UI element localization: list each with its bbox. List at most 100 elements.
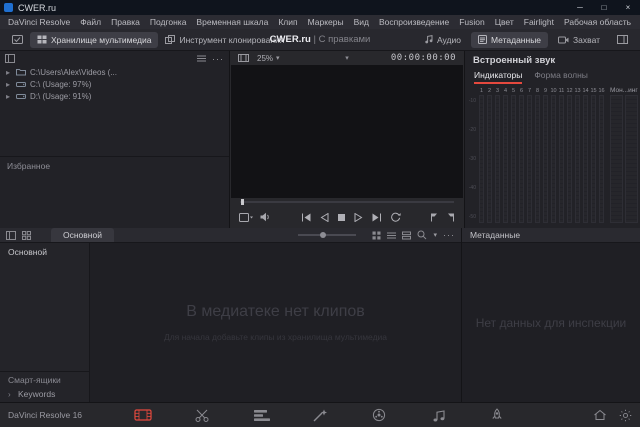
list-view-icon[interactable]: [197, 55, 206, 62]
monitoring-label: Мон...инг: [610, 87, 638, 95]
metadata-panel-button[interactable]: Метаданные: [471, 32, 548, 48]
playhead-handle[interactable]: [241, 199, 244, 205]
app-version-label: DaVinci Resolve 16: [0, 410, 82, 420]
page-media-button[interactable]: [132, 406, 154, 424]
storage-more-icon[interactable]: ···: [212, 56, 224, 62]
menu-color[interactable]: Цвет: [490, 17, 519, 27]
media-storage-button[interactable]: Хранилище мультимедиа: [30, 32, 158, 48]
menu-edit[interactable]: Правка: [106, 17, 145, 27]
media-pool-empty-area[interactable]: В медиатеке нет клипов Для начала добавь…: [90, 243, 461, 402]
search-icon[interactable]: [417, 230, 427, 240]
tree-item-label: C:\Users\Alex\Videos (...: [30, 68, 117, 77]
first-frame-button[interactable]: [301, 213, 312, 222]
mark-in-button[interactable]: [430, 213, 439, 222]
tab-waveform[interactable]: Форма волны: [534, 70, 588, 84]
metadata-header: Метаданные: [462, 228, 640, 243]
meter-bar: [543, 95, 548, 223]
toolbar-right-group: Аудио Метаданные Захват: [418, 32, 635, 48]
pool-grid-icon[interactable]: [22, 231, 31, 240]
page-fusion-button[interactable]: [309, 406, 331, 424]
zoom-select[interactable]: 25% ▾: [257, 54, 280, 63]
menu-markers[interactable]: Маркеры: [303, 17, 349, 27]
pool-panel-icon[interactable]: [6, 231, 16, 240]
channel-meter: 12: [566, 87, 573, 223]
chevron-right-icon[interactable]: ▸: [6, 92, 12, 101]
panel-toggle-button[interactable]: [5, 32, 30, 47]
loop-button[interactable]: [390, 212, 401, 222]
top-region: ··· ▸ C:\Users\Alex\Videos (... ▸ C:\ (U…: [0, 51, 640, 228]
page-edit-button[interactable]: [250, 406, 272, 424]
stop-button[interactable]: [337, 213, 346, 222]
page-color-button[interactable]: [368, 406, 390, 424]
menu-davinci-resolve[interactable]: DaVinci Resolve: [3, 17, 75, 27]
menu-timeline[interactable]: Временная шкала: [191, 17, 273, 27]
keywords-label: Keywords: [18, 389, 55, 399]
menu-fusion[interactable]: Fusion: [454, 17, 490, 27]
audio-panel-button[interactable]: Аудио: [418, 32, 468, 48]
bin-sidebar: Основной Смарт-ящики › Keywords: [0, 243, 90, 402]
tree-item-d-drive[interactable]: ▸ D:\ (Usage: 91%): [0, 90, 229, 102]
meter-bar: [567, 95, 572, 223]
chevron-right-icon[interactable]: ▸: [6, 68, 12, 77]
project-title[interactable]: CWER.ru | С правками: [270, 34, 371, 45]
menu-clip[interactable]: Клип: [273, 17, 302, 27]
menu-fairlight[interactable]: Fairlight: [519, 17, 559, 27]
scrubber-track[interactable]: [240, 201, 454, 203]
menu-workspace[interactable]: Рабочая область: [559, 17, 636, 27]
chevron-right-icon[interactable]: ›: [8, 390, 14, 399]
metadata-body: Нет данных для инспекции: [462, 243, 640, 402]
app-icon: [4, 3, 13, 12]
tree-item-label: C:\ (Usage: 97%): [30, 80, 91, 89]
chevron-right-icon[interactable]: ▸: [6, 80, 12, 89]
clip-dropdown-icon[interactable]: ▾: [345, 54, 349, 62]
meter-bar: [519, 95, 524, 223]
page-cut-button[interactable]: [191, 406, 213, 424]
db-tick: -20: [466, 127, 476, 133]
list-view-icon[interactable]: [387, 232, 396, 239]
pagebar-right-group: [593, 409, 632, 422]
thumbnail-size-slider[interactable]: [298, 234, 356, 236]
minimize-button[interactable]: ─: [568, 0, 592, 15]
maximize-button[interactable]: □: [592, 0, 616, 15]
capture-button[interactable]: Захват: [551, 32, 607, 48]
play-button[interactable]: [354, 213, 363, 222]
menu-view[interactable]: Вид: [349, 17, 374, 27]
channel-meter: 7: [526, 87, 533, 223]
panel-toggle-icon: [12, 35, 23, 44]
viewer-canvas[interactable]: [231, 65, 463, 198]
menu-playback[interactable]: Воспроизведение: [374, 17, 454, 27]
source-mode-button[interactable]: [239, 213, 253, 222]
empty-media-hint: Для начала добавьте клипы из хранилища м…: [164, 332, 387, 342]
db-scale: -10 -20 -30 -40 -50: [466, 98, 476, 220]
viewer-scrubber[interactable]: [230, 198, 464, 206]
pool-tab-master[interactable]: Основной: [51, 228, 114, 242]
project-manager-button[interactable]: [593, 409, 607, 421]
audio-mute-button[interactable]: [260, 212, 271, 222]
mark-out-button[interactable]: [446, 213, 455, 222]
db-tick: -30: [466, 156, 476, 162]
clip-source-icon[interactable]: [238, 54, 249, 62]
tab-meters[interactable]: Индикаторы: [474, 70, 522, 84]
strip-view-icon[interactable]: [402, 231, 411, 240]
tree-item-videos[interactable]: ▸ C:\Users\Alex\Videos (...: [0, 66, 229, 78]
keywords-item[interactable]: › Keywords: [0, 386, 89, 402]
page-fairlight-button[interactable]: [427, 406, 449, 424]
chevron-down-icon[interactable]: ▾: [433, 231, 437, 239]
storage-view-icon[interactable]: [5, 54, 15, 63]
music-note-icon: [425, 35, 433, 44]
play-reverse-button[interactable]: [320, 213, 329, 222]
menu-trim[interactable]: Подгонка: [145, 17, 192, 27]
bin-item-master[interactable]: Основной: [0, 243, 89, 261]
menu-file[interactable]: Файл: [75, 17, 106, 27]
tree-item-c-drive[interactable]: ▸ C:\ (Usage: 97%): [0, 78, 229, 90]
thumbnail-view-icon[interactable]: [372, 231, 381, 240]
project-settings-button[interactable]: [619, 409, 632, 422]
pool-more-icon[interactable]: ···: [443, 232, 455, 238]
close-button[interactable]: ×: [616, 0, 640, 15]
menu-help[interactable]: Справка: [636, 17, 640, 27]
page-deliver-button[interactable]: [486, 406, 508, 424]
monitoring-bars: [610, 95, 638, 223]
last-frame-button[interactable]: [371, 213, 382, 222]
workspace-layout-button[interactable]: [610, 32, 635, 47]
slider-knob[interactable]: [320, 232, 326, 238]
